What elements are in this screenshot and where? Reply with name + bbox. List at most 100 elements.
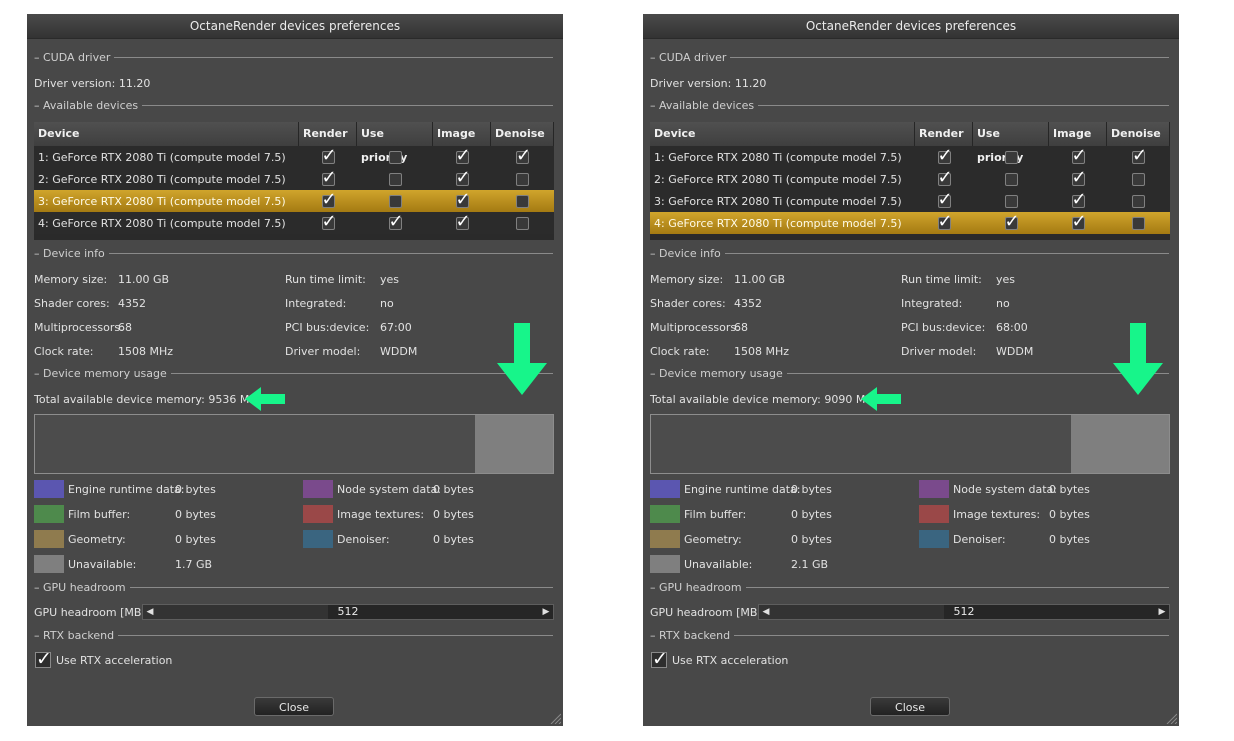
slider-value: 512 <box>953 605 975 618</box>
render-checkbox[interactable] <box>321 189 337 211</box>
close-button[interactable]: Close <box>254 697 334 716</box>
legend-label: Engine runtime data: <box>684 483 801 496</box>
info-value: 1508 MHz <box>118 345 174 358</box>
device-row[interactable]: 4: GeForce RTX 2080 Ti (compute model 7.… <box>34 211 554 234</box>
info-value: 4352 <box>734 297 762 310</box>
device-row[interactable]: 3: GeForce RTX 2080 Ti (compute model 7.… <box>34 189 554 212</box>
denoise-cell <box>491 212 554 234</box>
image-checkbox[interactable] <box>455 145 471 167</box>
image-checkbox[interactable] <box>1071 211 1087 233</box>
header-use-priority[interactable]: Use priority <box>357 122 433 164</box>
section-cuda-driver: – CUDA driver <box>34 51 553 64</box>
header-denoise[interactable]: Denoise <box>491 122 554 146</box>
image-checkbox[interactable] <box>1071 167 1087 189</box>
denoise-checkbox[interactable] <box>516 216 529 230</box>
header-render[interactable]: Render <box>915 122 973 146</box>
devices-table: Device Render Use priority Image Denoise… <box>650 122 1170 240</box>
section-label: Device info <box>659 246 721 260</box>
render-cell <box>299 167 357 190</box>
legend-label: Denoiser: <box>337 533 390 546</box>
use-priority-checkbox[interactable] <box>1004 211 1020 233</box>
resize-grip-icon[interactable] <box>1165 712 1177 724</box>
denoise-checkbox[interactable] <box>516 145 531 167</box>
use-rtx-checkbox[interactable] <box>651 647 668 671</box>
driver-version: Driver version: 11.20 <box>34 77 151 90</box>
legend-label: Image textures: <box>953 508 1041 521</box>
image-checkbox[interactable] <box>1071 189 1087 211</box>
render-checkbox[interactable] <box>937 211 953 233</box>
image-checkbox[interactable] <box>455 211 471 233</box>
legend-swatch <box>650 480 680 498</box>
device-name: 1: GeForce RTX 2080 Ti (compute model 7.… <box>38 150 286 164</box>
info-label: Memory size: <box>650 273 724 286</box>
section-gpu-headroom: – GPU headroom <box>650 580 1169 594</box>
image-checkbox[interactable] <box>455 167 471 189</box>
device-row[interactable]: 2: GeForce RTX 2080 Ti (compute model 7.… <box>34 167 554 190</box>
denoise-checkbox[interactable] <box>1132 172 1145 186</box>
legend-label: Engine runtime data: <box>68 483 185 496</box>
header-image[interactable]: Image <box>433 122 491 146</box>
use-priority-checkbox[interactable] <box>388 172 402 186</box>
device-row[interactable]: 3: GeForce RTX 2080 Ti (compute model 7.… <box>650 189 1170 212</box>
info-value: 1508 MHz <box>734 345 790 358</box>
slider-decrement-arrow-icon[interactable]: ◀ <box>143 605 157 619</box>
header-device[interactable]: Device <box>34 122 299 146</box>
header-image[interactable]: Image <box>1049 122 1107 146</box>
render-checkbox[interactable] <box>321 167 337 189</box>
use-priority-checkbox[interactable] <box>388 194 402 208</box>
memory-bar-unavailable-segment <box>1071 415 1169 473</box>
legend-value: 0 bytes <box>433 533 474 546</box>
device-row[interactable]: 4: GeForce RTX 2080 Ti (compute model 7.… <box>650 211 1170 234</box>
devices-preferences-dialog-2: OctaneRender devices preferences – CUDA … <box>643 14 1179 726</box>
image-checkbox[interactable] <box>455 189 471 211</box>
use-rtx-checkbox[interactable] <box>35 647 52 671</box>
dialog-title: OctaneRender devices preferences <box>27 14 563 39</box>
use-priority-checkbox[interactable] <box>1004 150 1018 164</box>
use-priority-checkbox[interactable] <box>388 150 402 164</box>
image-cell <box>1049 211 1107 234</box>
legend-swatch <box>919 505 949 523</box>
use-priority-checkbox[interactable] <box>1004 172 1018 186</box>
gpu-headroom-slider[interactable]: 512 ◀ ▶ <box>758 604 1170 620</box>
denoise-checkbox[interactable] <box>1132 216 1145 230</box>
use-priority-checkbox[interactable] <box>1004 194 1018 208</box>
render-checkbox[interactable] <box>321 145 337 167</box>
slider-decrement-arrow-icon[interactable]: ◀ <box>759 605 773 619</box>
info-label: Driver model: <box>901 345 977 358</box>
section-rtx-backend: – RTX backend <box>650 629 1169 642</box>
slider-increment-arrow-icon[interactable]: ▶ <box>1155 605 1169 619</box>
header-use-priority[interactable]: Use priority <box>973 122 1049 164</box>
header-render[interactable]: Render <box>299 122 357 146</box>
denoise-checkbox[interactable] <box>1132 145 1147 167</box>
close-button[interactable]: Close <box>870 697 950 716</box>
annotation-arrow-left-icon <box>861 387 901 411</box>
use-rtx-label: Use RTX acceleration <box>672 654 789 667</box>
denoise-cell <box>1107 212 1170 234</box>
device-row[interactable]: 1: GeForce RTX 2080 Ti (compute model 7.… <box>650 145 1170 168</box>
denoise-checkbox[interactable] <box>516 194 529 208</box>
use-priority-cell <box>357 146 433 168</box>
render-checkbox[interactable] <box>937 167 953 189</box>
gpu-headroom-slider[interactable]: 512 ◀ ▶ <box>142 604 554 620</box>
image-checkbox[interactable] <box>1071 145 1087 167</box>
legend-swatch <box>303 505 333 523</box>
render-checkbox[interactable] <box>321 211 337 233</box>
header-device[interactable]: Device <box>650 122 915 146</box>
legend-swatch <box>303 530 333 548</box>
section-label: Device memory usage <box>659 366 783 380</box>
header-denoise[interactable]: Denoise <box>1107 122 1170 146</box>
denoise-checkbox[interactable] <box>516 172 529 186</box>
resize-grip-icon[interactable] <box>549 712 561 724</box>
info-label: Run time limit: <box>285 273 366 286</box>
slider-increment-arrow-icon[interactable]: ▶ <box>539 605 553 619</box>
devices-preferences-dialog-1: OctaneRender devices preferences – CUDA … <box>27 14 563 726</box>
denoise-checkbox[interactable] <box>1132 194 1145 208</box>
section-label: GPU headroom <box>659 580 742 594</box>
device-row[interactable]: 1: GeForce RTX 2080 Ti (compute model 7.… <box>34 145 554 168</box>
info-label: PCI bus:device: <box>901 321 986 334</box>
device-row[interactable]: 2: GeForce RTX 2080 Ti (compute model 7.… <box>650 167 1170 190</box>
render-checkbox[interactable] <box>937 145 953 167</box>
use-priority-checkbox[interactable] <box>388 211 404 233</box>
render-checkbox[interactable] <box>937 189 953 211</box>
use-priority-cell <box>357 168 433 190</box>
